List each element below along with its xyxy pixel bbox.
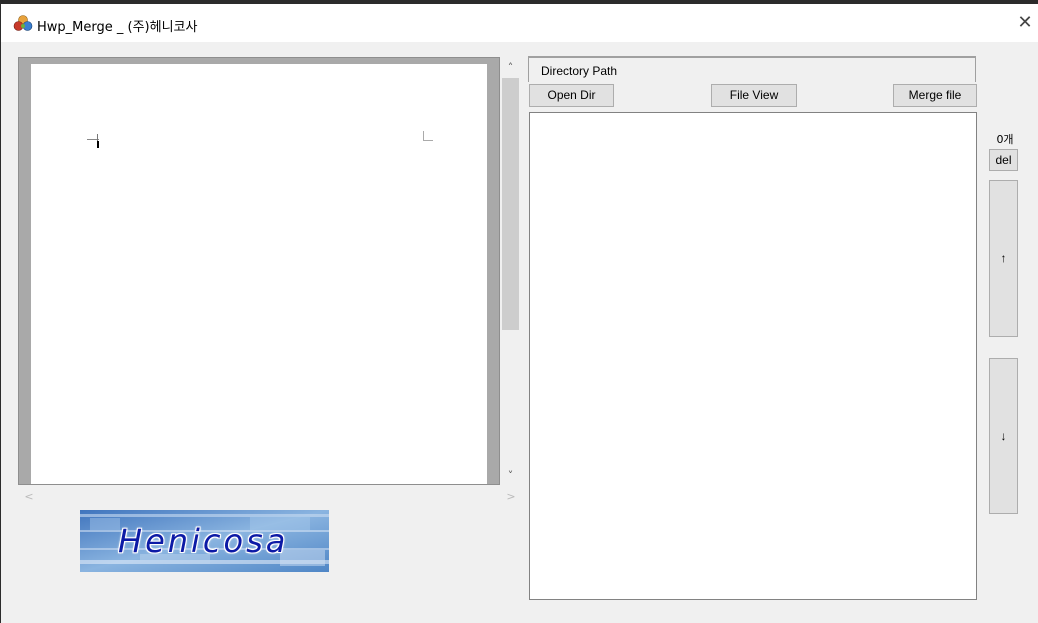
logo-text: Henicosa xyxy=(118,522,289,560)
henicosa-logo: Henicosa xyxy=(80,510,329,572)
merge-file-button[interactable]: Merge file xyxy=(893,84,977,107)
close-icon[interactable]: ✕ xyxy=(1012,4,1038,42)
text-cursor xyxy=(97,141,99,148)
chevron-up-icon[interactable]: ˄ xyxy=(500,59,521,77)
preview-vertical-scrollbar[interactable]: ˄ ˅ xyxy=(500,57,521,485)
file-list[interactable] xyxy=(529,112,977,600)
chevron-left-icon[interactable]: < xyxy=(20,487,38,507)
preview-horizontal-scrollbar[interactable]: < > xyxy=(18,487,521,507)
file-view-button[interactable]: File View xyxy=(711,84,797,107)
file-count-label: 0개 xyxy=(996,133,1014,146)
delete-button[interactable]: del xyxy=(989,149,1018,171)
chevron-down-icon[interactable]: ˅ xyxy=(500,467,521,485)
title-bar[interactable]: Hwp_Merge _ (주)헤니코사 ✕ xyxy=(1,4,1038,42)
document-preview[interactable] xyxy=(18,57,500,485)
directory-path-label: Directory Path xyxy=(541,64,618,78)
crop-mark-top-right xyxy=(423,131,433,141)
scrollbar-thumb[interactable] xyxy=(502,78,519,330)
crop-mark-top-left xyxy=(87,134,99,148)
directory-path-box: Directory Path xyxy=(528,56,976,82)
move-down-button[interactable]: ↓ xyxy=(989,358,1018,514)
move-up-button[interactable]: ↑ xyxy=(989,180,1018,337)
app-window: Hwp_Merge _ (주)헤니코사 ✕ ˄ ˅ < > Henicosa D… xyxy=(1,4,1038,623)
preview-page xyxy=(31,64,487,484)
open-dir-button[interactable]: Open Dir xyxy=(529,84,614,107)
app-icon xyxy=(13,14,33,32)
chevron-right-icon[interactable]: > xyxy=(502,487,520,507)
window-title: Hwp_Merge _ (주)헤니코사 xyxy=(37,20,198,35)
